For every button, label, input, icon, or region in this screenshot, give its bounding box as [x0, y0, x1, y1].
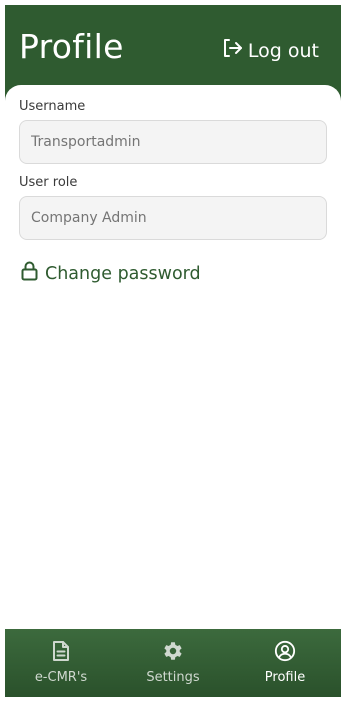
tab-profile-label: Profile	[264, 670, 306, 685]
logout-button[interactable]: Log out	[222, 38, 319, 63]
change-password-label: Change password	[45, 263, 201, 284]
user-role-label: User role	[19, 175, 78, 190]
logout-label: Log out	[247, 39, 319, 62]
username-label: Username	[19, 99, 86, 114]
tab-bar: e-CMR's Settings Profile	[5, 629, 341, 697]
page-title: Profile	[19, 27, 124, 66]
header: Profile Log out	[5, 5, 341, 87]
tab-profile[interactable]: Profile	[229, 629, 341, 697]
user-circle-icon	[274, 640, 296, 666]
tab-ecmrs[interactable]: e-CMR's	[5, 629, 117, 697]
lock-icon	[21, 261, 45, 286]
change-password-link[interactable]: Change password	[21, 261, 201, 286]
document-icon	[52, 640, 70, 666]
username-input[interactable]	[19, 120, 327, 164]
gear-icon	[162, 640, 184, 666]
tab-settings[interactable]: Settings	[117, 629, 229, 697]
user-role-input[interactable]	[19, 196, 327, 240]
tab-settings-label: Settings	[146, 670, 200, 685]
tab-ecmrs-label: e-CMR's	[34, 670, 88, 685]
logout-icon	[222, 38, 248, 63]
app-frame: Profile Log out Username User role	[5, 5, 341, 697]
profile-content: Username User role Change password	[5, 85, 341, 630]
